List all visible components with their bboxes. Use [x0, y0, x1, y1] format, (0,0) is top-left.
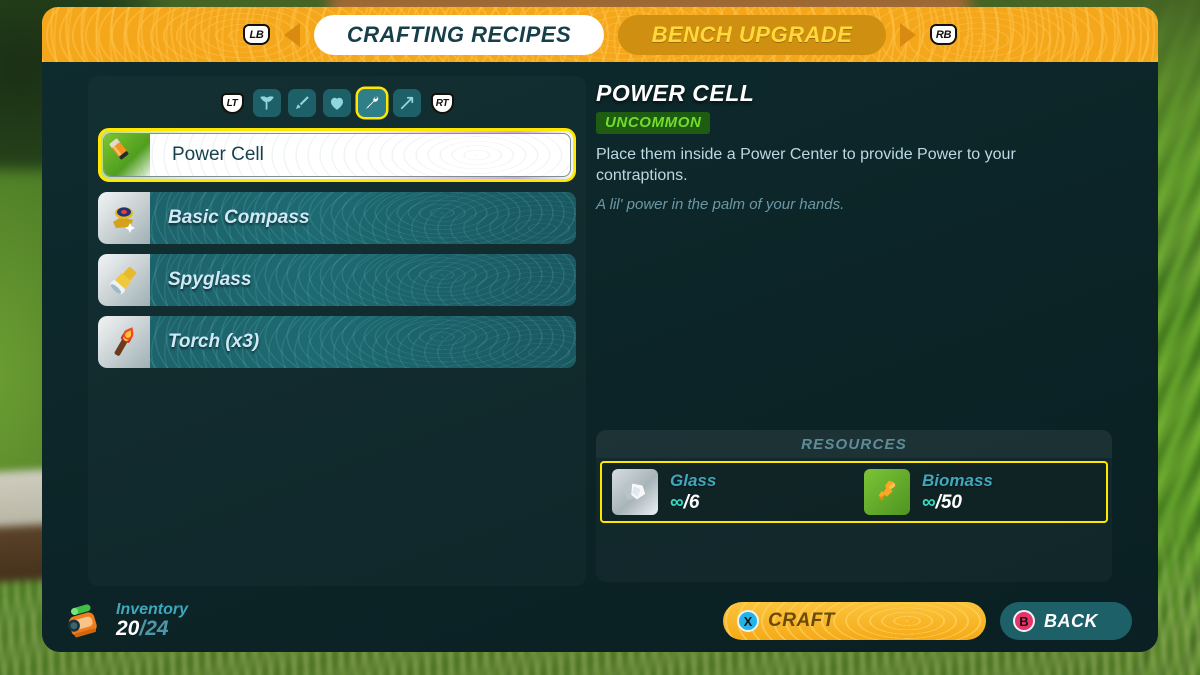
footer-actions: X CRAFT B BACK: [723, 602, 1132, 640]
resource-glass[interactable]: Glass ∞/6: [602, 469, 854, 515]
window-footer: Inventory 20/24 X CRAFT B BACK: [42, 590, 1158, 652]
window-header: LB CRAFTING RECIPES BENCH UPGRADE RB: [42, 7, 1158, 62]
back-button-label: BACK: [1044, 610, 1098, 631]
resource-need: 50: [940, 491, 962, 513]
status-badge: UNCOMMON: [596, 112, 711, 134]
arrow-icon: [400, 96, 414, 110]
inventory-count: 20/24: [116, 617, 188, 641]
biomass-text: Biomass ∞/50: [922, 471, 993, 514]
rb-bumper-badge[interactable]: RB: [930, 24, 957, 45]
next-tab-arrow-icon[interactable]: [900, 22, 916, 47]
tab-crafting-recipes[interactable]: CRAFTING RECIPES: [314, 14, 604, 55]
list-item[interactable]: Basic Compass: [98, 192, 576, 244]
category-pickaxe[interactable]: [253, 89, 281, 117]
backpack-glyph: [67, 604, 97, 638]
item-flavor-text: A lil' power in the palm of your hands.: [596, 195, 845, 213]
pickaxe-icon: [260, 96, 274, 110]
list-item-label: Spyglass: [168, 269, 252, 290]
craft-button-label: CRAFT: [768, 610, 835, 631]
compass-glyph: [113, 207, 135, 233]
glass-glyph: [623, 481, 646, 501]
biomass-glyph: [878, 480, 896, 501]
sword-icon: [296, 96, 309, 109]
glass-text: Glass ∞/6: [670, 471, 716, 514]
tab-bench-upgrade[interactable]: BENCH UPGRADE: [618, 14, 886, 55]
resources-heading: RESOURCES: [596, 430, 1112, 458]
resource-biomass[interactable]: Biomass ∞/50: [854, 469, 1106, 515]
recipe-list: Power Cell: [98, 128, 576, 368]
category-tools[interactable]: [358, 89, 386, 117]
list-item[interactable]: Power Cell: [98, 128, 576, 182]
category-sword[interactable]: [288, 89, 316, 117]
resource-name: Biomass: [922, 470, 993, 490]
list-item-label: Torch (x3): [168, 331, 260, 352]
resource-have: ∞: [670, 491, 684, 513]
category-filter-bar: LT RT: [98, 84, 576, 122]
list-item[interactable]: Torch (x3): [98, 316, 576, 368]
spyglass-icon: [98, 254, 150, 306]
rt-trigger-badge[interactable]: RT: [428, 89, 456, 117]
heart-icon: [331, 97, 343, 110]
rt-trigger-label: RT: [430, 92, 454, 114]
b-button-icon: B: [1013, 610, 1035, 632]
resource-have: ∞: [922, 491, 936, 513]
resource-amount: ∞/50: [922, 492, 993, 514]
crafting-window: LB CRAFTING RECIPES BENCH UPGRADE RB LT: [42, 7, 1158, 652]
resource-amount: ∞/6: [670, 492, 716, 514]
category-health[interactable]: [323, 89, 351, 117]
inventory-text: Inventory 20/24: [116, 601, 188, 641]
glass-icon: [612, 469, 658, 515]
resource-requirements-row[interactable]: Glass ∞/6 Biomass ∞/50: [600, 461, 1108, 523]
recipe-detail-column: POWER CELL UNCOMMON Place them inside a …: [582, 62, 1158, 652]
wrench-icon: [366, 96, 379, 109]
row-pattern: [104, 134, 570, 176]
category-ranged[interactable]: [393, 89, 421, 117]
resource-need: 6: [688, 491, 700, 513]
craft-button-pattern: [723, 602, 986, 640]
back-button[interactable]: B BACK: [1000, 602, 1132, 640]
inventory-max: 24: [145, 617, 169, 640]
inventory-indicator[interactable]: Inventory 20/24: [60, 598, 188, 644]
resources-panel: RESOURCES Glass ∞/6 Biomass ∞/50: [596, 430, 1112, 582]
list-item-label: Basic Compass: [168, 207, 310, 228]
recipe-list-column: LT RT Basic Compass Spyglass Torch (x3): [42, 62, 582, 652]
previous-tab-arrow-icon[interactable]: [284, 22, 300, 47]
biomass-icon: [864, 469, 910, 515]
torch-icon: [98, 316, 150, 368]
craft-button[interactable]: X CRAFT: [723, 602, 986, 640]
torch-glyph: [114, 327, 134, 356]
lt-trigger-badge[interactable]: LT: [218, 89, 246, 117]
lt-trigger-label: LT: [220, 92, 244, 114]
list-item[interactable]: Spyglass: [98, 254, 576, 306]
page-title: POWER CELL: [596, 80, 755, 106]
window-body: LT RT Basic Compass Spyglass Torch (x3) …: [42, 62, 1158, 652]
backpack-icon: [60, 598, 106, 644]
inventory-current: 20: [116, 617, 140, 640]
recipe-list-panel: LT RT Basic Compass Spyglass Torch (x3): [88, 76, 586, 586]
lb-bumper-badge[interactable]: LB: [243, 24, 270, 45]
item-description: Place them inside a Power Center to prov…: [596, 146, 1016, 184]
compass-icon: [98, 192, 150, 244]
spyglass-glyph: [110, 267, 137, 294]
x-button-icon: X: [737, 610, 759, 632]
resource-name: Glass: [670, 470, 717, 490]
